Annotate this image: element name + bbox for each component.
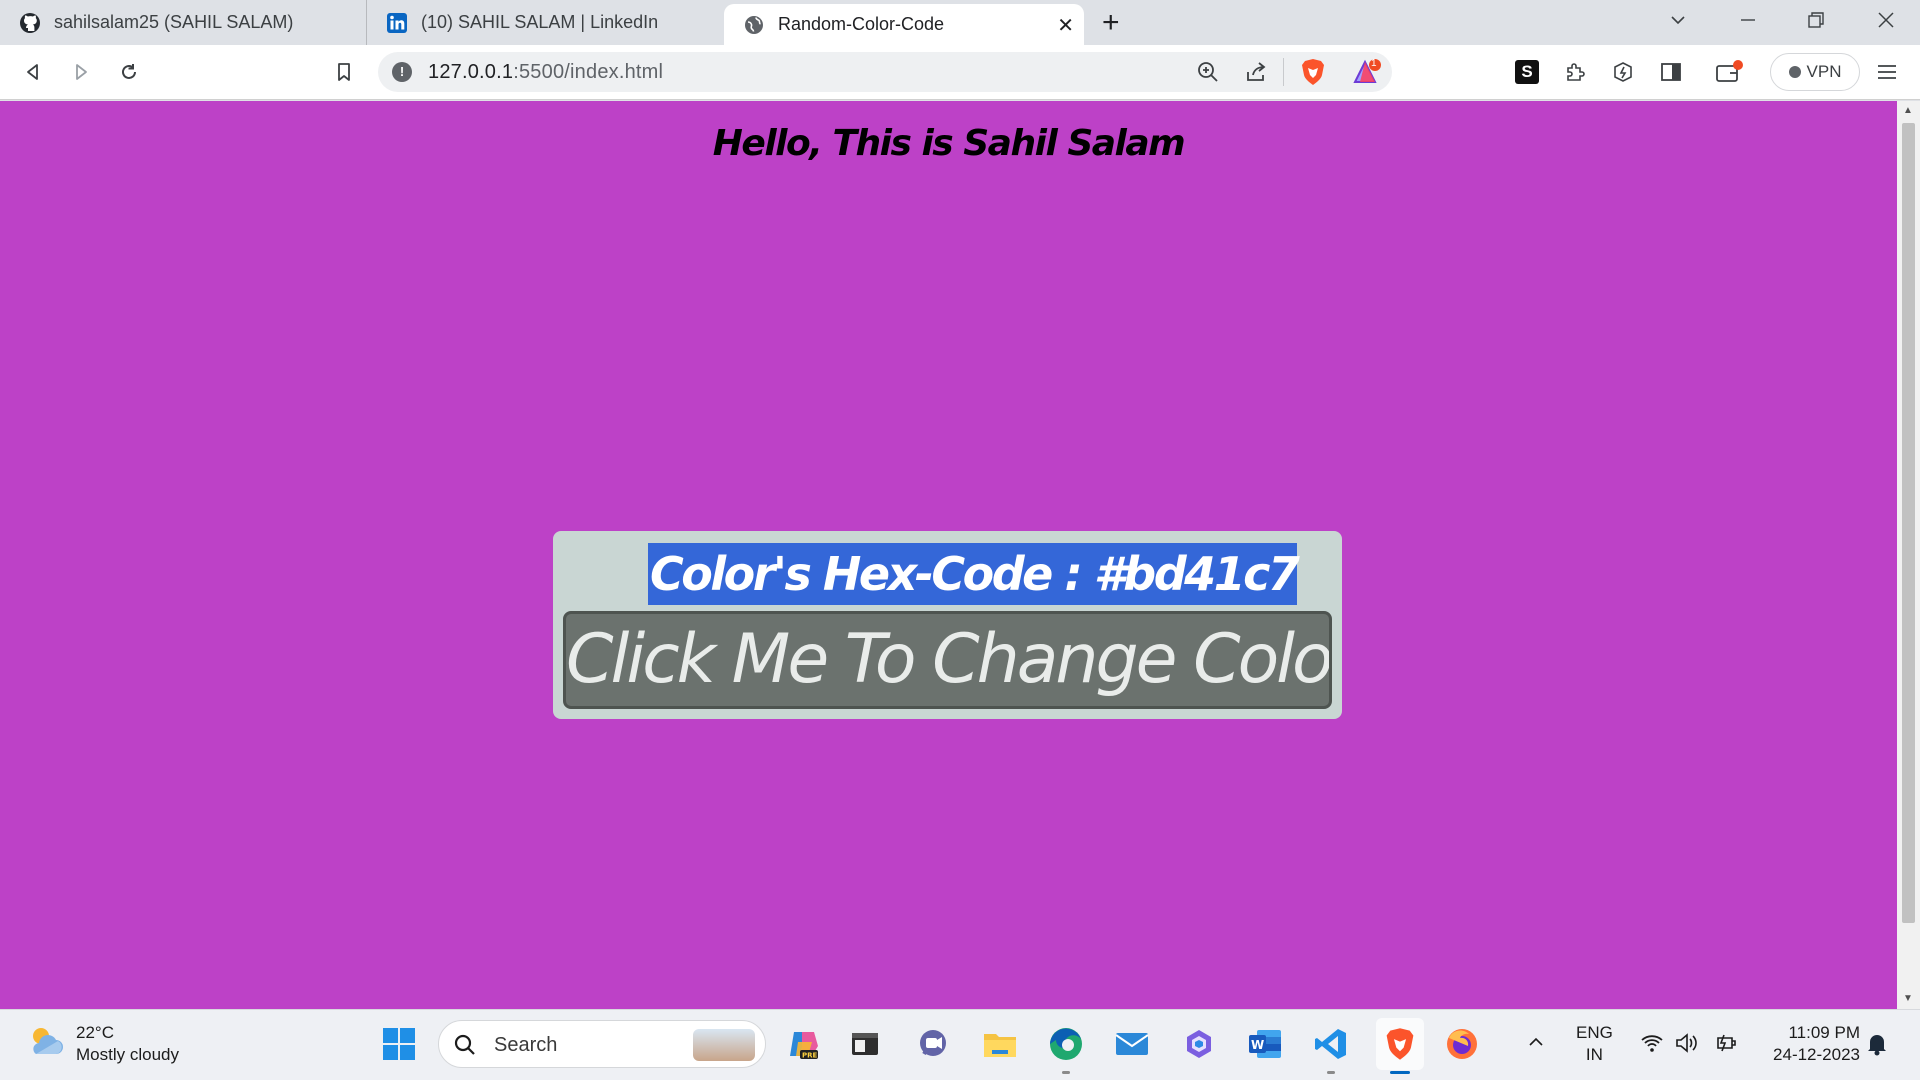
- extensions-puzzle-icon[interactable]: [1560, 57, 1590, 87]
- tab-search-chevron-icon[interactable]: [1668, 10, 1688, 36]
- leo-ai-icon[interactable]: [1608, 57, 1638, 87]
- tab-close-icon[interactable]: ✕: [1057, 13, 1074, 38]
- teams-chat-icon[interactable]: [913, 1024, 953, 1064]
- scroll-thumb[interactable]: [1902, 123, 1915, 923]
- page-heading: Hello, This is Sahil Salam: [712, 123, 1186, 164]
- page-scrollbar[interactable]: ▲ ▼: [1897, 101, 1920, 1009]
- page-viewport: Hello, This is Sahil Salam Color's Hex-C…: [0, 101, 1897, 1009]
- tab-linkedin[interactable]: (10) SAHIL SALAM | LinkedIn: [366, 0, 724, 45]
- word-icon[interactable]: W: [1245, 1024, 1285, 1064]
- firefox-icon[interactable]: [1442, 1024, 1482, 1064]
- cloudy-weather-icon: [26, 1022, 66, 1062]
- brave-shields-icon[interactable]: [1300, 58, 1326, 91]
- sidebar-icon[interactable]: [1656, 57, 1686, 87]
- zoom-icon[interactable]: [1196, 60, 1220, 89]
- wallet-icon[interactable]: [1714, 57, 1744, 87]
- github-icon: [18, 11, 42, 35]
- new-tab-button[interactable]: +: [1102, 6, 1120, 40]
- taskbar-search-box[interactable]: Search: [438, 1020, 766, 1068]
- browser-toolbar: ! 127.0.0.1:5500/index.html 1 S VPN: [0, 45, 1920, 100]
- show-hidden-icons-chevron[interactable]: [1526, 1032, 1546, 1057]
- vscode-icon[interactable]: [1311, 1024, 1351, 1074]
- color-card: Color's Hex-Code : #bd41c7 Click Me To C…: [553, 531, 1342, 719]
- active-indicator: [1390, 1071, 1410, 1074]
- search-icon: [453, 1033, 477, 1062]
- vpn-label: VPN: [1806, 62, 1842, 81]
- windows-start-icon[interactable]: [379, 1024, 419, 1064]
- mail-icon[interactable]: [1112, 1024, 1152, 1064]
- scroll-up-arrow-icon[interactable]: ▲: [1903, 105, 1913, 116]
- address-bar[interactable]: ! 127.0.0.1:5500/index.html 1: [378, 52, 1392, 92]
- brave-taskbar-icon[interactable]: [1376, 1018, 1424, 1074]
- weather-widget[interactable]: 22°C Mostly cloudy: [26, 1022, 179, 1066]
- tab-label: (10) SAHIL SALAM | LinkedIn: [421, 12, 659, 32]
- rewards-badge: 1: [1371, 58, 1377, 69]
- language-code: ENG: [1576, 1023, 1613, 1042]
- notification-bell-icon[interactable]: [1866, 1032, 1888, 1061]
- globe-icon: [742, 13, 766, 37]
- running-indicator: [1062, 1071, 1070, 1074]
- system-clock[interactable]: 11:09 PM 24-12-2023: [1760, 1022, 1860, 1066]
- battery-charging-icon[interactable]: [1712, 1032, 1740, 1059]
- edge-icon[interactable]: [1046, 1024, 1086, 1074]
- change-color-button[interactable]: Click Me To Change Color: [563, 611, 1332, 709]
- svg-text:PRE: PRE: [802, 1052, 818, 1060]
- language-indicator[interactable]: ENG IN: [1576, 1022, 1613, 1066]
- bookmark-icon[interactable]: [329, 57, 359, 87]
- volume-icon[interactable]: [1674, 1032, 1700, 1059]
- search-highlight-image: [693, 1029, 755, 1061]
- tab-github[interactable]: sahilsalam25 (SAHIL SALAM): [0, 0, 366, 45]
- tab-label: sahilsalam25 (SAHIL SALAM): [54, 12, 294, 32]
- tab-label: Random-Color-Code: [778, 14, 945, 34]
- clock-date: 24-12-2023: [1773, 1045, 1860, 1064]
- terminal-icon[interactable]: [845, 1024, 885, 1064]
- weather-temperature: 22°C: [76, 1023, 114, 1042]
- back-button[interactable]: [18, 57, 48, 87]
- site-info-icon[interactable]: !: [392, 62, 412, 82]
- loop-icon[interactable]: [1179, 1024, 1219, 1064]
- url-text: 127.0.0.1:5500/index.html: [428, 61, 664, 83]
- scroll-down-arrow-icon[interactable]: ▼: [1903, 993, 1913, 1004]
- file-explorer-icon[interactable]: [980, 1024, 1020, 1064]
- region-code: IN: [1585, 1045, 1603, 1064]
- share-icon[interactable]: [1244, 60, 1268, 89]
- tab-strip: sahilsalam25 (SAHIL SALAM) (10) SAHIL SA…: [0, 0, 1920, 45]
- vpn-status-icon: [1788, 66, 1801, 78]
- running-indicator: [1327, 1071, 1335, 1074]
- menu-icon[interactable]: [1872, 57, 1902, 87]
- s-extension-icon[interactable]: S: [1512, 57, 1542, 87]
- omnibox-divider: [1283, 58, 1284, 86]
- svg-text:W: W: [1251, 1038, 1264, 1052]
- wifi-icon[interactable]: [1640, 1032, 1664, 1059]
- linkedin-icon: [385, 11, 409, 35]
- copilot-icon[interactable]: PRE: [784, 1024, 824, 1064]
- restore-icon[interactable]: [1806, 10, 1826, 36]
- weather-description: Mostly cloudy: [76, 1045, 179, 1064]
- hex-code-text: Color's Hex-Code : #bd41c7: [648, 543, 1300, 605]
- minimize-icon[interactable]: [1738, 10, 1758, 36]
- vpn-button[interactable]: VPN: [1770, 53, 1860, 91]
- windows-taskbar: 22°C Mostly cloudy Search PRE W ENG IN 1…: [0, 1009, 1920, 1080]
- forward-button[interactable]: [66, 57, 96, 87]
- brave-rewards-icon[interactable]: 1: [1352, 58, 1382, 91]
- search-label: Search: [494, 1034, 558, 1056]
- reload-button[interactable]: [114, 57, 144, 87]
- close-window-icon[interactable]: [1876, 10, 1896, 36]
- tab-random-color-code[interactable]: Random-Color-Code ✕: [724, 4, 1084, 45]
- clock-time: 11:09 PM: [1788, 1023, 1860, 1042]
